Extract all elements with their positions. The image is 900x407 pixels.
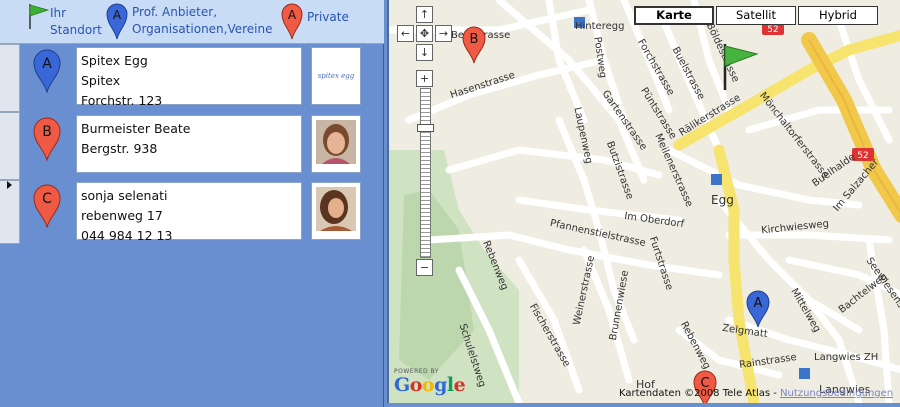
map-type-satellite-button[interactable]: Satellit — [716, 6, 796, 25]
person-photo-icon — [312, 116, 360, 172]
result-line: Spitex — [81, 73, 121, 88]
svg-text:B: B — [470, 32, 479, 47]
result-tab-3[interactable] — [0, 180, 20, 244]
result-entry[interactable]: C sonja selenati rebenweg 17 044 984 12 … — [20, 182, 365, 244]
selected-arrow-icon — [7, 181, 12, 189]
person-photo-icon — [312, 183, 360, 239]
legend-standort-label: Ihr Standort — [50, 6, 102, 37]
result-tabs — [0, 44, 20, 244]
legend-professional-label: Prof. Anbieter, Organisationen,Vereine — [132, 5, 273, 36]
result-address: Bergstr. 938 — [81, 141, 158, 156]
result-card[interactable]: Burmeister Beate Bergstr. 938 — [76, 115, 302, 173]
result-card[interactable]: sonja selenati rebenweg 17 044 984 12 13 — [76, 182, 302, 243]
legend-professional[interactable]: A Prof. Anbieter, Organisationen,Vereine — [106, 2, 273, 40]
red-marker-a-icon: A — [281, 3, 303, 40]
profile-photo[interactable] — [311, 115, 361, 173]
street-label: Hinteregg — [575, 21, 625, 32]
results-panel: Ihr Standort A Prof. Anbieter, Organisat… — [0, 0, 384, 407]
legend-private[interactable]: A Private — [281, 2, 349, 40]
map-marker-a[interactable]: A — [746, 290, 770, 328]
zoom-slider-handle[interactable] — [417, 124, 434, 132]
zoom-in-button[interactable]: + — [416, 70, 433, 87]
result-entry[interactable]: A Spitex Egg Spitex Forchstr. 123 spitex… — [20, 47, 365, 109]
blue-marker-a-icon: A — [106, 3, 128, 40]
zoom-out-button[interactable]: − — [416, 259, 433, 276]
pan-center-button[interactable]: ✥ — [416, 25, 433, 42]
app-root: Ihr Standort A Prof. Anbieter, Organisat… — [0, 0, 900, 407]
pan-right-button[interactable]: → — [435, 25, 452, 42]
red-marker-b-icon[interactable]: B — [32, 117, 62, 161]
profile-photo[interactable] — [311, 182, 361, 240]
svg-text:B: B — [42, 124, 52, 140]
train-station-icon — [711, 174, 722, 185]
road-number: 52 — [857, 151, 868, 161]
svg-text:A: A — [42, 56, 52, 72]
svg-text:spitex egg: spitex egg — [318, 72, 355, 80]
google-wordmark: Google — [394, 374, 466, 396]
spitex-logo-thumbnail[interactable]: spitex egg — [311, 47, 361, 105]
map-type-hybrid-button[interactable]: Hybrid — [798, 6, 878, 25]
result-tab-1[interactable] — [0, 44, 20, 112]
red-marker-c-icon[interactable]: C — [32, 184, 62, 228]
svg-text:A: A — [754, 296, 763, 311]
result-name: Burmeister Beate — [81, 121, 191, 136]
result-address: Forchstr. 123 — [81, 93, 163, 108]
result-phone: 044 984 12 13 — [81, 228, 173, 243]
svg-text:A: A — [288, 8, 297, 22]
result-entry[interactable]: B Burmeister Beate Bergstr. 938 — [20, 115, 365, 177]
blue-marker-a-icon[interactable]: A — [32, 49, 62, 93]
map-type-map-button[interactable]: Karte — [634, 6, 714, 25]
svg-text:C: C — [42, 191, 52, 207]
train-station-icon — [799, 368, 810, 379]
svg-text:A: A — [113, 8, 122, 22]
zoom-slider[interactable] — [420, 88, 431, 258]
map-marker-b[interactable]: B — [462, 26, 486, 64]
result-address: rebenweg 17 — [81, 208, 163, 223]
map-bottom-border — [384, 403, 900, 407]
place-label: Egg — [711, 193, 734, 207]
result-tab-2[interactable] — [0, 112, 20, 180]
marker-legend: Ihr Standort A Prof. Anbieter, Organisat… — [0, 0, 384, 44]
pan-down-button[interactable]: ↓ — [416, 44, 433, 61]
copyright-text: Kartendaten ©2008 Tele Atlas - — [619, 388, 781, 399]
pan-up-button[interactable]: ↑ — [416, 6, 433, 23]
google-logo[interactable]: POWERED BY Google — [394, 368, 466, 396]
green-flag-icon — [29, 4, 50, 29]
spitex-logo-icon: spitex egg — [312, 48, 360, 104]
pan-left-button[interactable]: ← — [397, 25, 414, 42]
result-name: Spitex Egg — [81, 53, 148, 68]
result-name: sonja selenati — [81, 188, 168, 203]
result-card[interactable]: Spitex Egg Spitex Forchstr. 123 — [76, 47, 302, 108]
place-label: Langwies ZH — [814, 352, 879, 363]
map-copyright: Kartendaten ©2008 Tele Atlas - Nutzungsb… — [619, 388, 893, 399]
legend-private-label: Private — [307, 10, 349, 24]
terms-link[interactable]: Nutzungsbedingungen — [780, 388, 893, 399]
location-flag-icon[interactable] — [717, 42, 761, 92]
map-view[interactable]: 52 52 Hinteregg Bergstrasse Forchstrasse… — [387, 0, 900, 403]
legend-standort[interactable]: Ihr Standort — [26, 2, 102, 39]
road-number: 52 — [767, 25, 778, 35]
